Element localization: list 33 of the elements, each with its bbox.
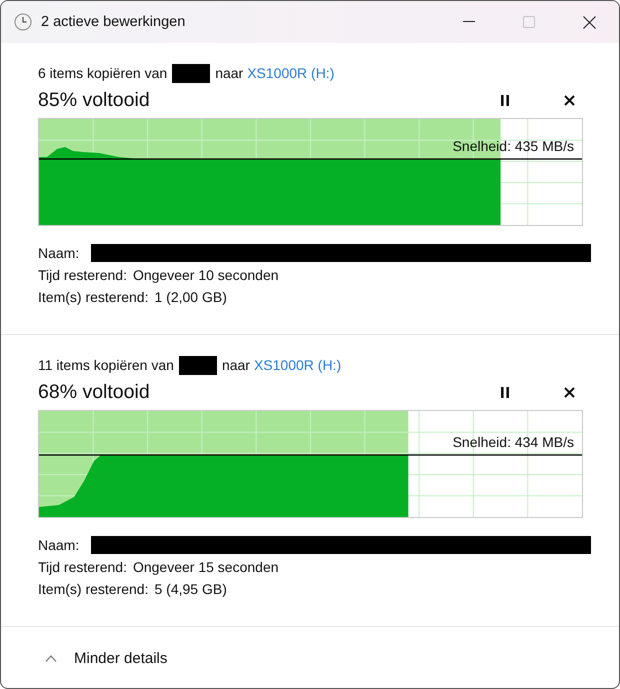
redaction-bar	[172, 64, 210, 82]
progress-percent: 68% voltooid	[38, 380, 151, 404]
speed-label: Snelheid: 434 MB/s	[452, 434, 574, 450]
operation-middle-text: naar	[222, 357, 250, 373]
progress-percent: 85% voltooid	[38, 88, 151, 112]
operation-source-text: 11 items kopiëren van	[38, 357, 174, 373]
detail-label: Item(s) resterend:	[38, 581, 148, 597]
detail-label: Naam:	[38, 537, 80, 553]
pause-icon	[500, 94, 510, 106]
close-icon	[564, 94, 574, 106]
destination-link[interactable]: XS1000R (H:)	[254, 357, 342, 373]
operation-middle-text: naar	[215, 65, 244, 81]
clock-icon	[14, 13, 32, 31]
maximize-icon	[523, 16, 535, 28]
details-toggle[interactable]: Minder details	[41, 646, 172, 670]
close-icon	[564, 386, 574, 398]
speed-label: Snelheid: 435 MB/s	[452, 138, 574, 154]
detail-value: Ongeveer 10 seconden	[132, 267, 279, 283]
minimize-icon	[463, 21, 475, 23]
detail-label: Tijd resterend:	[38, 267, 127, 283]
chevron-icon	[45, 654, 57, 662]
detail-value: Ongeveer 15 seconden	[132, 559, 279, 575]
detail-label: Tijd resterend:	[38, 559, 127, 575]
redaction-bar	[178, 356, 217, 374]
window-title: 2 actieve bewerkingen	[41, 14, 186, 30]
destination-link[interactable]: XS1000R (H:)	[247, 65, 334, 81]
detail-value: 5 (4,95 GB)	[154, 581, 227, 597]
detail-label: Item(s) resterend:	[38, 289, 148, 305]
operation-source-text: 6 items kopiëren van	[38, 65, 168, 81]
detail-value: 1 (2,00 GB)	[154, 289, 227, 305]
close-icon	[582, 16, 596, 28]
detail-label: Naam:	[38, 245, 80, 261]
pause-icon	[500, 386, 510, 398]
